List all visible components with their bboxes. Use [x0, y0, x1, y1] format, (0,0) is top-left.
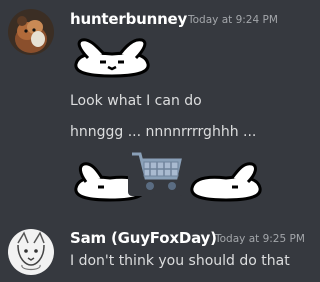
message-text: Look what I can do [70, 93, 202, 109]
message-sam: Sam (GuyFoxDay) Today at 9:25 PM I don't… [0, 212, 320, 282]
message-text: I don't think you should do that [70, 253, 290, 269]
username[interactable]: Sam (GuyFoxDay) [70, 229, 217, 247]
username[interactable]: hunterbunney [70, 10, 187, 28]
timestamp: Today at 9:25 PM [215, 233, 305, 245]
cat-avatar-icon[interactable] [8, 9, 54, 55]
bunny-right-half-emoji [186, 160, 266, 202]
bunny-emoji [70, 36, 154, 78]
timestamp: Today at 9:24 PM [188, 14, 278, 26]
message-hunterbunney: hunterbunney Today at 9:24 PM Look what … [0, 0, 320, 202]
shopping-cart-emoji [126, 148, 186, 198]
fox-sketch-avatar-icon[interactable] [8, 229, 54, 275]
message-text: hnnggg ... nnnnrrrrghhh ... [70, 124, 257, 140]
